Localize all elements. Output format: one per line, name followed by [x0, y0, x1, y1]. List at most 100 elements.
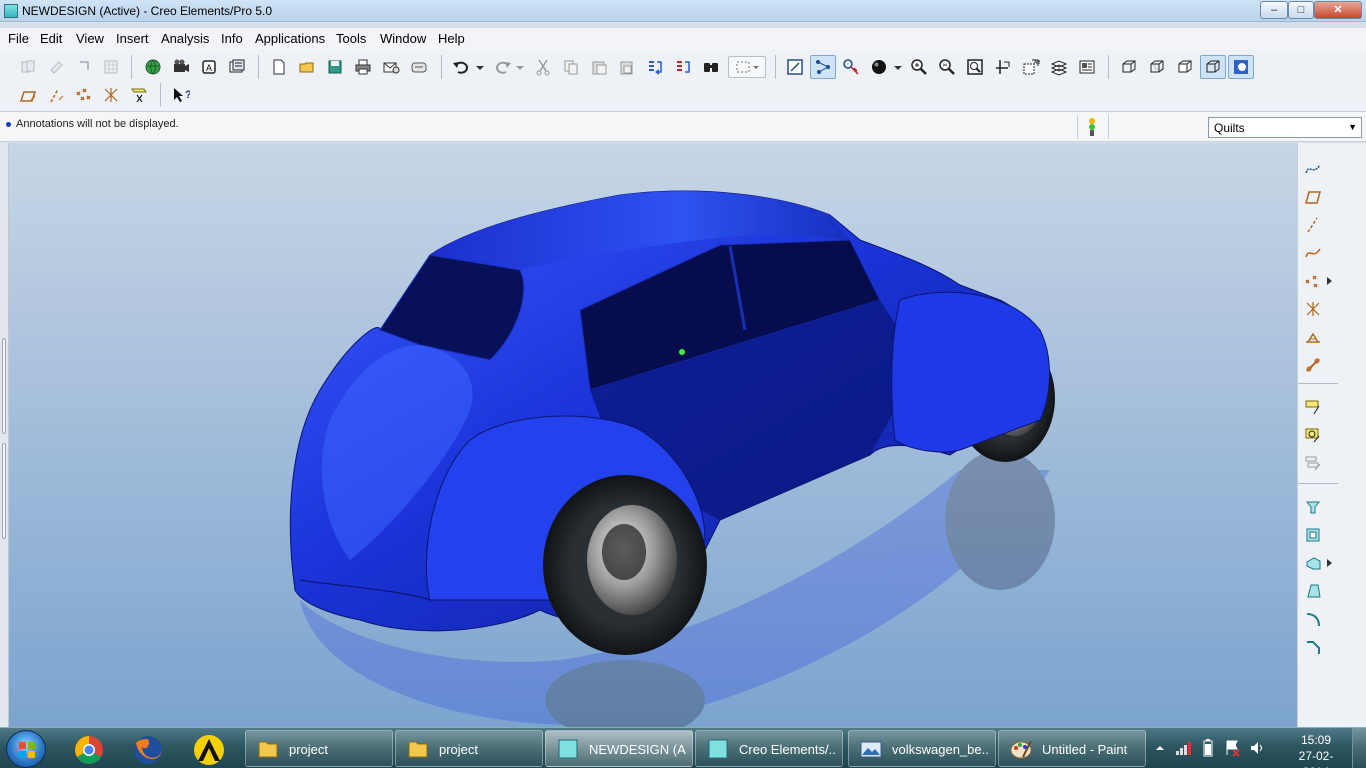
point-tool-icon[interactable]	[1300, 269, 1326, 293]
menu-window[interactable]: Window	[380, 31, 426, 46]
select-box-icon[interactable]	[728, 56, 766, 78]
firefox-pin[interactable]	[121, 731, 175, 767]
context-help-icon[interactable]: ?	[170, 84, 192, 106]
redo-icon[interactable]	[492, 56, 514, 78]
car-model[interactable]	[9, 143, 1297, 727]
menu-edit[interactable]: Edit	[40, 31, 62, 46]
wireframe-icon[interactable]	[1118, 56, 1140, 78]
datum-planes-icon[interactable]	[17, 84, 39, 106]
selection-filter-dropdown[interactable]: Quilts ▼	[1208, 117, 1362, 138]
point-tool-dropdown-icon[interactable]	[1324, 269, 1336, 293]
round-tool-icon[interactable]	[1300, 607, 1326, 631]
reference-icon[interactable]	[1300, 353, 1326, 377]
tray-expand-icon[interactable]	[1155, 743, 1165, 753]
csys-tool-icon[interactable]	[1300, 297, 1326, 321]
spin-center-icon[interactable]	[810, 55, 836, 79]
shading-icon[interactable]	[1200, 55, 1226, 79]
datum-points-icon[interactable]	[73, 84, 95, 106]
email-icon[interactable]	[380, 56, 402, 78]
undo-dropdown-icon[interactable]	[474, 56, 486, 78]
undo-icon[interactable]	[450, 56, 472, 78]
orient-icon[interactable]	[840, 56, 862, 78]
save-icon[interactable]	[324, 56, 346, 78]
sketch-tool-icon[interactable]	[1300, 423, 1326, 447]
appearance-dropdown-icon[interactable]	[892, 56, 904, 78]
volume-icon[interactable]	[1249, 740, 1265, 756]
shell-tool-icon[interactable]	[1300, 523, 1326, 547]
chrome-pin[interactable]	[62, 731, 116, 767]
regen-manager-icon[interactable]	[45, 56, 67, 78]
layers-icon[interactable]	[1048, 56, 1070, 78]
datum-curve-tool-icon[interactable]	[1300, 157, 1326, 181]
send-icon[interactable]	[408, 56, 430, 78]
saved-views-icon[interactable]: AB	[1020, 56, 1042, 78]
hole-tool-icon[interactable]	[1300, 495, 1326, 519]
refit-icon[interactable]	[964, 56, 986, 78]
clock[interactable]: 15:09 27-02-2014	[1293, 732, 1339, 768]
regen-manager-icon[interactable]	[672, 56, 694, 78]
plane-tool-icon[interactable]	[1300, 185, 1326, 209]
hidden-line-icon[interactable]	[1146, 56, 1168, 78]
sketch-placement-icon[interactable]	[1300, 451, 1326, 475]
taskbar-item-paint[interactable]: Untitled - Paint	[998, 730, 1146, 767]
curve-tool-icon[interactable]	[1300, 241, 1326, 265]
taskbar-item-creo[interactable]: Creo Elements/...	[695, 730, 843, 767]
layer-icon[interactable]	[100, 56, 122, 78]
draft-tool-icon[interactable]	[1300, 579, 1326, 603]
creo-app-icon[interactable]	[4, 4, 18, 18]
sketcher-icon[interactable]	[784, 56, 806, 78]
view-manager-icon[interactable]	[1076, 56, 1098, 78]
menu-applications[interactable]: Applications	[255, 31, 325, 46]
find-icon[interactable]	[73, 56, 95, 78]
camera-icon[interactable]	[170, 56, 192, 78]
note-tool-icon[interactable]	[1300, 395, 1326, 419]
start-button[interactable]	[6, 730, 46, 768]
paste-special-icon[interactable]	[616, 56, 638, 78]
menu-help[interactable]: Help	[438, 31, 465, 46]
menu-view[interactable]: View	[76, 31, 104, 46]
taskbar-item-volkswagen[interactable]: volkswagen_be...	[848, 730, 996, 767]
open-icon[interactable]	[296, 56, 318, 78]
taskbar-item-project-1[interactable]: project	[245, 730, 393, 767]
taskbar-item-newdesign[interactable]: NEWDESIGN (A...	[545, 730, 693, 767]
battery-icon[interactable]	[1201, 739, 1215, 757]
show-desktop-button[interactable]	[1352, 728, 1366, 768]
rib-tool-icon[interactable]	[1300, 551, 1326, 575]
sash-handle[interactable]	[2, 443, 6, 539]
menu-file[interactable]: File	[8, 31, 29, 46]
datum-csys-icon[interactable]	[100, 84, 122, 106]
paste-icon[interactable]	[588, 56, 610, 78]
model-tree-icon[interactable]	[226, 56, 248, 78]
regenerate-icon[interactable]	[644, 56, 666, 78]
print-icon[interactable]	[352, 56, 374, 78]
redo-dropdown-icon[interactable]	[514, 56, 526, 78]
no-hidden-icon[interactable]	[1174, 56, 1196, 78]
minimize-button[interactable]: –	[1260, 1, 1288, 19]
menu-tools[interactable]: Tools	[336, 31, 366, 46]
cut-icon[interactable]	[532, 56, 554, 78]
axis-tool-icon[interactable]	[1300, 213, 1326, 237]
menu-analysis[interactable]: Analysis	[161, 31, 209, 46]
zoom-out-icon[interactable]	[936, 56, 958, 78]
new-icon[interactable]	[268, 56, 290, 78]
maximize-button[interactable]: □	[1288, 1, 1314, 19]
regen-icon[interactable]	[17, 56, 39, 78]
datum-axes-icon[interactable]	[45, 84, 67, 106]
graphics-window[interactable]	[9, 143, 1297, 727]
globe-icon[interactable]	[142, 56, 164, 78]
search-icon[interactable]	[700, 56, 722, 78]
close-button[interactable]: ✕	[1314, 1, 1362, 19]
menu-insert[interactable]: Insert	[116, 31, 149, 46]
app-pin[interactable]	[182, 731, 236, 767]
taskbar-item-project-2[interactable]: project	[395, 730, 543, 767]
annotation-icon[interactable]: A	[198, 56, 220, 78]
chamfer-tool-icon[interactable]	[1300, 635, 1326, 659]
analysis-feature-icon[interactable]	[1300, 325, 1326, 349]
zoom-in-icon[interactable]	[908, 56, 930, 78]
copy-icon[interactable]	[560, 56, 582, 78]
rib-tool-dropdown-icon[interactable]	[1324, 551, 1336, 575]
action-center-icon[interactable]	[1224, 739, 1242, 757]
appearance-icon[interactable]	[868, 56, 890, 78]
enhanced-realism-icon[interactable]	[1228, 55, 1254, 79]
network-icon[interactable]	[1175, 740, 1193, 756]
